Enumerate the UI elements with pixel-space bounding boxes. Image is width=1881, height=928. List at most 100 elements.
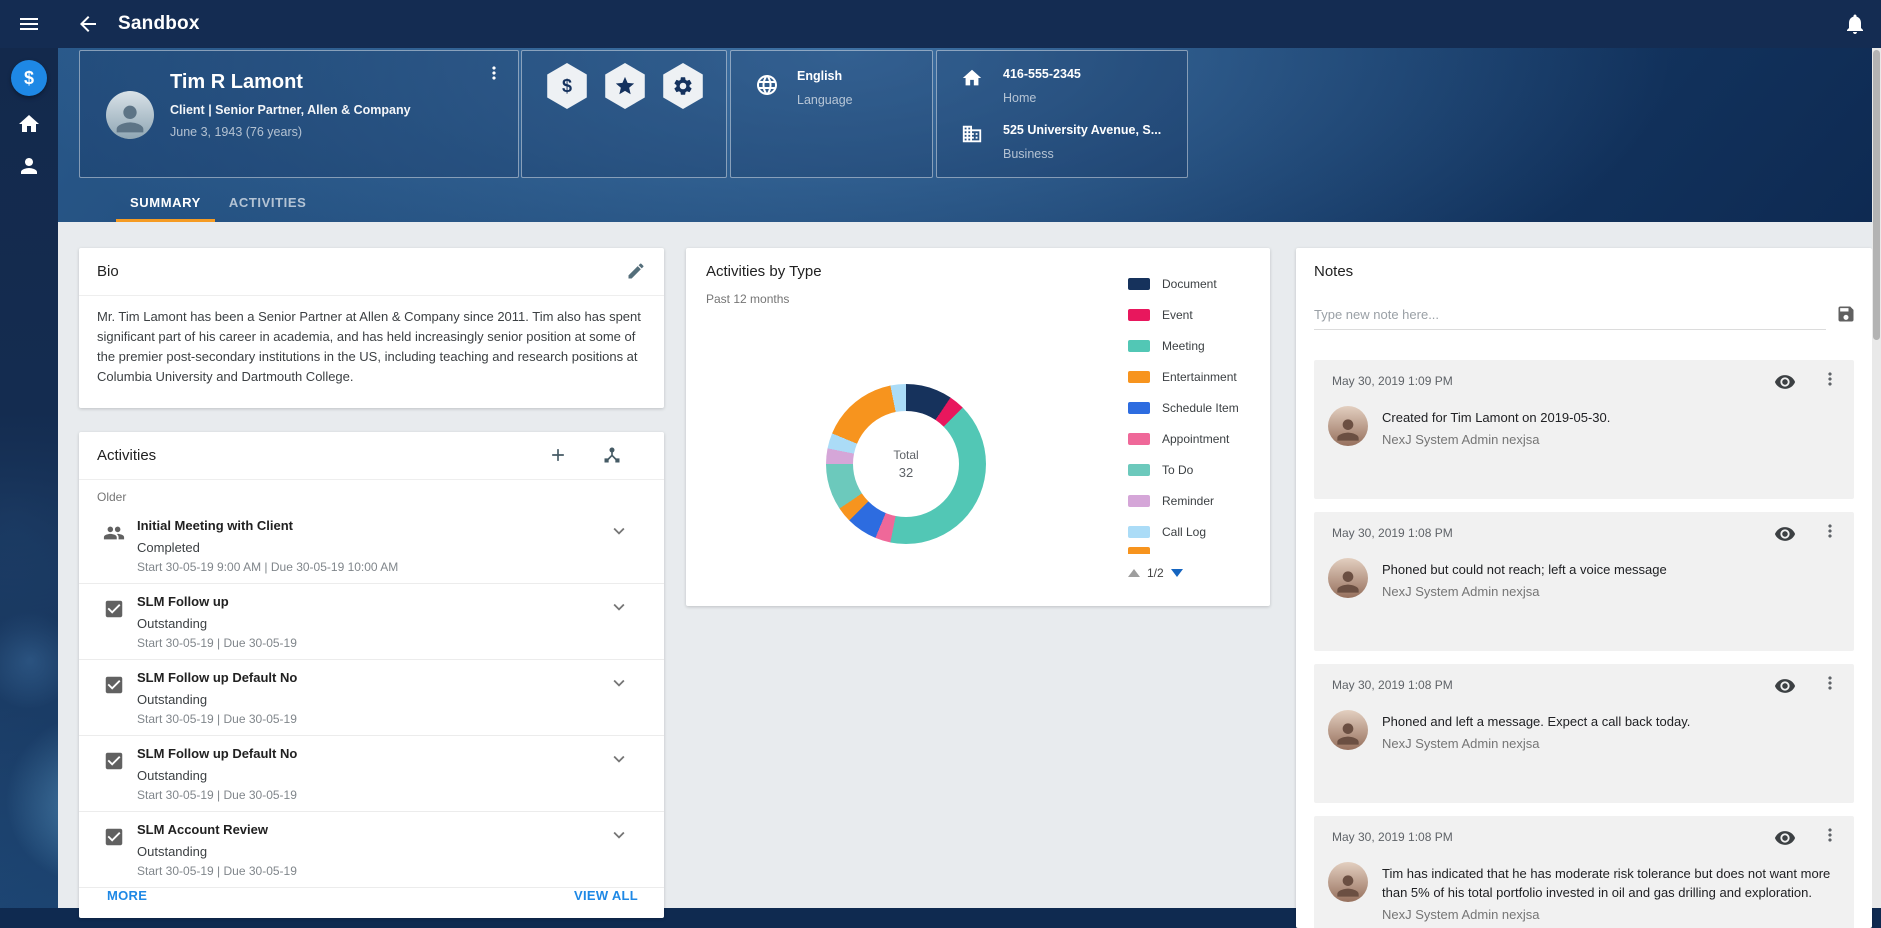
activity-dates: Start 30-05-19 | Due 30-05-19 <box>137 636 297 650</box>
activity-status: Outstanding <box>137 692 207 707</box>
page-indicator: 1/2 <box>1147 566 1164 580</box>
badges-card: $ <box>521 50 727 178</box>
dollar-icon: $ <box>562 76 572 97</box>
legend-swatch <box>1128 495 1150 507</box>
note-body: Tim has indicated that he has moderate r… <box>1382 864 1834 924</box>
legend-item: Entertainment <box>1128 361 1239 392</box>
back-arrow-icon[interactable] <box>76 12 100 36</box>
legend-swatch <box>1128 309 1150 321</box>
chevron-down-icon[interactable] <box>608 520 630 542</box>
note-author: NexJ System Admin nexjsa <box>1382 430 1834 449</box>
home-icon <box>961 67 983 89</box>
tab-bar: SUMMARY ACTIVITIES <box>116 186 320 222</box>
sidebar-item-contacts[interactable] <box>17 154 41 178</box>
task-icon <box>103 674 125 696</box>
total-label: Total <box>893 448 918 462</box>
edit-pencil-icon[interactable] <box>626 261 646 281</box>
legend-label: Meeting <box>1162 339 1205 353</box>
dollar-icon: $ <box>24 68 34 89</box>
activity-title: Initial Meeting with Client <box>137 518 293 533</box>
activity-item[interactable]: SLM Follow up Default No Outstanding Sta… <box>79 736 664 812</box>
phone-label: Home <box>1003 91 1036 105</box>
language-label: Language <box>797 93 853 107</box>
activity-item[interactable]: SLM Follow up Outstanding Start 30-05-19… <box>79 584 664 660</box>
legend-swatch <box>1128 371 1150 383</box>
activity-status: Outstanding <box>137 616 207 631</box>
sidebar-item-finance[interactable]: $ <box>11 60 47 96</box>
view-all-button[interactable]: VIEW ALL <box>574 888 638 903</box>
scrollbar-thumb[interactable] <box>1873 50 1880 340</box>
left-sidebar: $ <box>0 48 58 908</box>
profile-kebab-menu-icon[interactable] <box>484 63 504 83</box>
gear-icon <box>672 75 694 97</box>
new-note-input[interactable] <box>1314 300 1826 330</box>
address-value[interactable]: 525 University Avenue, S... <box>1003 123 1161 137</box>
note-entry: May 30, 2019 1:08 PM Tim has indicated t… <box>1314 816 1854 928</box>
chevron-down-icon[interactable] <box>608 672 630 694</box>
note-text: Created for Tim Lamont on 2019-05-30. <box>1382 408 1834 427</box>
donut-center-label: Total 32 <box>826 384 986 544</box>
visibility-eye-icon[interactable] <box>1774 675 1796 697</box>
chevron-down-icon[interactable] <box>608 824 630 846</box>
chevron-down-icon[interactable] <box>608 596 630 618</box>
page-up-icon[interactable] <box>1128 569 1140 577</box>
note-kebab-menu-icon[interactable] <box>1820 673 1840 693</box>
language-value: English <box>797 69 842 83</box>
contact-birthdate: June 3, 1943 (76 years) <box>170 125 302 139</box>
tab-summary[interactable]: SUMMARY <box>116 186 215 222</box>
note-body: Phoned but could not reach; left a voice… <box>1382 560 1834 601</box>
note-entry: May 30, 2019 1:09 PM Created for Tim Lam… <box>1314 360 1854 499</box>
activity-item[interactable]: SLM Follow up Default No Outstanding Sta… <box>79 660 664 736</box>
activity-title: SLM Follow up Default No <box>137 746 297 761</box>
note-body: Phoned and left a message. Expect a call… <box>1382 712 1834 753</box>
save-note-icon[interactable] <box>1836 304 1856 324</box>
legend-item: Meeting <box>1128 330 1239 361</box>
add-activity-plus-icon[interactable] <box>548 445 568 465</box>
chevron-down-icon[interactable] <box>608 748 630 770</box>
more-button[interactable]: MORE <box>107 888 147 903</box>
activity-item[interactable]: SLM Account Review Outstanding Start 30-… <box>79 812 664 888</box>
note-text: Tim has indicated that he has moderate r… <box>1382 864 1834 902</box>
activities-by-type-card: Activities by Type Past 12 months Total … <box>686 248 1270 606</box>
visibility-eye-icon[interactable] <box>1774 523 1796 545</box>
badge-dollar[interactable]: $ <box>544 63 590 109</box>
language-card[interactable]: English Language <box>730 50 933 178</box>
badge-settings[interactable] <box>660 63 706 109</box>
notes-card: Notes May 30, 2019 1:09 PM Created for T… <box>1296 248 1872 928</box>
sidebar-item-home[interactable] <box>17 112 41 136</box>
activity-status: Outstanding <box>137 768 207 783</box>
task-icon <box>103 750 125 772</box>
menu-icon[interactable] <box>17 12 41 36</box>
hierarchy-icon[interactable] <box>602 445 622 465</box>
visibility-eye-icon[interactable] <box>1774 827 1796 849</box>
note-kebab-menu-icon[interactable] <box>1820 369 1840 389</box>
note-kebab-menu-icon[interactable] <box>1820 825 1840 845</box>
bio-title: Bio <box>97 263 119 280</box>
star-icon <box>614 75 636 97</box>
people-icon <box>103 522 125 544</box>
activity-title: SLM Follow up Default No <box>137 670 297 685</box>
notifications-bell-icon[interactable] <box>1843 12 1867 36</box>
home-icon <box>17 112 41 136</box>
legend-item: Reminder <box>1128 485 1239 516</box>
contact-info-card: 416-555-2345 Home 525 University Avenue,… <box>936 50 1188 178</box>
badge-star[interactable] <box>602 63 648 109</box>
chart-legend: Document Event Meeting Entertainment Sch… <box>1128 268 1239 547</box>
legend-swatch <box>1128 433 1150 445</box>
profile-card: Tim R Lamont Client | Senior Partner, Al… <box>79 50 519 178</box>
note-body: Created for Tim Lamont on 2019-05-30. Ne… <box>1382 408 1834 449</box>
activity-item[interactable]: Initial Meeting with Client Completed St… <box>79 508 664 584</box>
note-timestamp: May 30, 2019 1:08 PM <box>1332 830 1453 844</box>
note-text: Phoned and left a message. Expect a call… <box>1382 712 1834 731</box>
activity-dates: Start 30-05-19 | Due 30-05-19 <box>137 788 297 802</box>
visibility-eye-icon[interactable] <box>1774 371 1796 393</box>
legend-swatch <box>1128 526 1150 538</box>
scrollbar-track[interactable] <box>1872 48 1881 908</box>
phone-number[interactable]: 416-555-2345 <box>1003 67 1081 81</box>
activity-dates: Start 30-05-19 9:00 AM | Due 30-05-19 10… <box>137 560 398 574</box>
note-kebab-menu-icon[interactable] <box>1820 521 1840 541</box>
tab-activities[interactable]: ACTIVITIES <box>215 186 321 222</box>
page-down-icon[interactable] <box>1171 569 1183 577</box>
bio-card: Bio Mr. Tim Lamont has been a Senior Par… <box>79 248 664 408</box>
activities-card: Activities Older Initial Meeting with Cl… <box>79 432 664 918</box>
